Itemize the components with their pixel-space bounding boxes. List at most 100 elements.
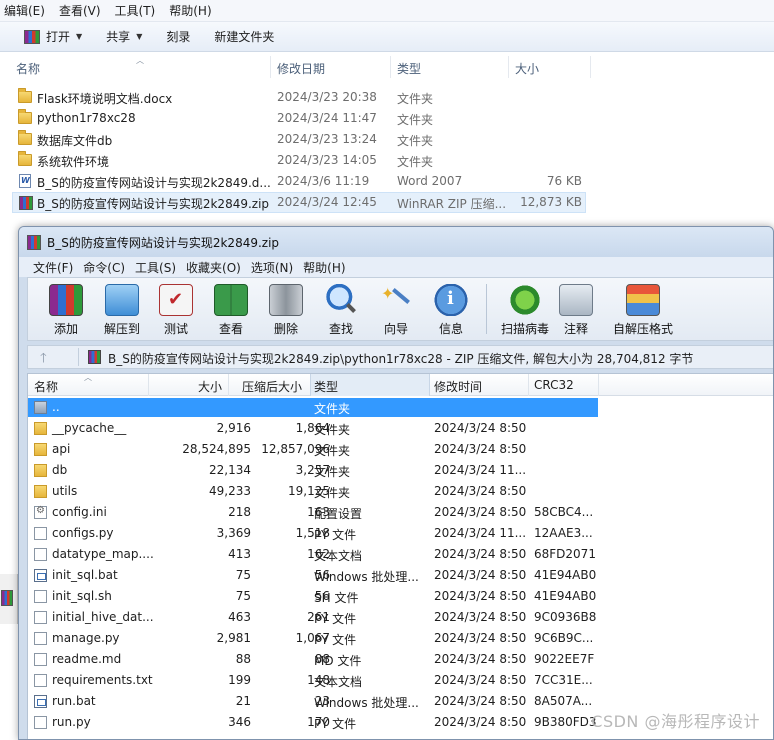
winrar-toolbar: 添加 解压到 测试 查看 删除 查找 向导 信息 [27, 277, 773, 341]
info-button[interactable]: 信息 [423, 282, 479, 338]
list-item[interactable]: readme.md 88 88 MD 文件 2024/3/24 8:50 902… [28, 649, 773, 670]
file-type: WinRAR ZIP 压缩... [397, 197, 507, 211]
list-item-parent[interactable]: .. 文件夹 [28, 397, 773, 418]
list-item[interactable]: __pycache__ 2,916 1,864 文件夹 2024/3/24 8:… [28, 418, 773, 439]
list-item[interactable]: requirements.txt 199 148 文本文档 2024/3/24 … [28, 670, 773, 691]
list-item[interactable]: init_sql.sh 75 56 SH 文件 2024/3/24 8:50 4… [28, 586, 773, 607]
folder-icon [34, 443, 47, 456]
share-button[interactable]: 共享 ▼ [106, 28, 142, 45]
menu-tools[interactable]: 工具(T) [115, 2, 156, 19]
item-type: PY 文件 [314, 528, 357, 542]
folder-icon [34, 464, 47, 477]
file-row[interactable]: python1r78xc28 2024/3/24 11:47 文件夹 [12, 108, 586, 129]
test-button[interactable]: 测试 [148, 282, 204, 338]
window-title: B_S的防疫宣传网站设计与实现2k2849.zip [47, 235, 280, 250]
view-button[interactable]: 查看 [203, 282, 259, 338]
folder-icon [34, 485, 47, 498]
column-modified[interactable]: 修改日期 [277, 60, 325, 77]
file-row-selected[interactable]: B_S的防疫宣传网站设计与实现2k2849.zip 2024/3/24 12:4… [12, 192, 586, 213]
open-label: 打开 [46, 30, 71, 44]
new-folder-button[interactable]: 新建文件夹 [214, 28, 274, 45]
burn-button[interactable]: 刻录 [166, 28, 190, 45]
column-size[interactable]: 大小 [515, 60, 539, 77]
menu-view[interactable]: 查看(V) [59, 2, 101, 19]
menu-commands[interactable]: 命令(C) [83, 259, 125, 276]
add-button[interactable]: 添加 [38, 282, 94, 338]
menu-edit[interactable]: 编辑(E) [4, 2, 45, 19]
archive-file-list: ︿ 名称 大小 压缩后大小 类型 修改时间 CRC32 .. 文件夹 __pyc… [27, 373, 773, 739]
list-item[interactable]: db 22,134 3,257 文件夹 2024/3/24 11... [28, 460, 773, 481]
list-item[interactable]: config.ini 218 163 配置设置 2024/3/24 8:50 5… [28, 502, 773, 523]
list-item[interactable]: init_sql.bat 75 56 Windows 批处理... 2024/3… [28, 565, 773, 586]
test-label: 测试 [163, 322, 188, 336]
sort-up-icon: ︿ [136, 56, 144, 65]
item-name: __pycache__ [52, 421, 127, 435]
up-arrow-icon[interactable]: 🡑 [40, 349, 47, 371]
parent-folder-icon [34, 401, 47, 414]
item-crc32: 41E94AB0 [534, 568, 597, 582]
file-modified: 2024/3/24 12:45 [277, 195, 377, 209]
item-crc32: 41E94AB0 [534, 589, 597, 603]
column-name[interactable]: 名称 [34, 378, 58, 395]
explorer-menubar: 编辑(E) 查看(V) 工具(T) 帮助(H) [0, 0, 774, 22]
explorer-column-header: ︿ 名称 修改日期 类型 大小 [0, 56, 774, 78]
file-type: Word 2007 [397, 174, 463, 188]
item-name: readme.md [52, 652, 122, 666]
winrar-icon [1, 590, 13, 606]
winrar-icon [27, 234, 41, 250]
list-item[interactable]: api 28,524,895 12,857,096 文件夹 2024/3/24 … [28, 439, 773, 460]
word-document-icon [19, 174, 31, 188]
list-item[interactable]: initial_hive_dat... 463 261 PY 文件 2024/3… [28, 607, 773, 628]
item-modified: 2024/3/24 8:50 [434, 442, 527, 456]
column-packed-size[interactable]: 压缩后大小 [242, 378, 302, 395]
column-type[interactable]: 类型 [397, 60, 421, 77]
file-type: 文件夹 [397, 134, 434, 148]
list-item[interactable]: utils 49,233 19,125 文件夹 2024/3/24 8:50 [28, 481, 773, 502]
title-bar[interactable]: B_S的防疫宣传网站设计与实现2k2849.zip [19, 227, 773, 257]
virus-scan-button[interactable]: 扫描病毒 [494, 282, 556, 338]
column-size[interactable]: 大小 [198, 378, 222, 395]
burn-label: 刻录 [166, 30, 191, 44]
list-item[interactable]: datatype_map.... 413 162 文本文档 2024/3/24 … [28, 544, 773, 565]
file-row[interactable]: B_S的防疫宣传网站设计与实现2k2849.d... 2024/3/6 11:1… [12, 171, 586, 192]
item-type: 配置设置 [314, 507, 363, 521]
file-row[interactable]: 数据库文件db 2024/3/23 13:24 文件夹 [12, 129, 586, 150]
delete-button[interactable]: 删除 [258, 282, 314, 338]
column-modified[interactable]: 修改时间 [434, 378, 482, 395]
item-name: run.py [52, 715, 91, 729]
menu-help[interactable]: 帮助(H) [303, 259, 345, 276]
comment-icon [559, 284, 593, 316]
virus-scan-label: 扫描病毒 [500, 322, 549, 336]
item-type: PY 文件 [314, 612, 357, 626]
folder-icon [18, 88, 32, 103]
open-button[interactable]: 打开 ▼ [24, 28, 82, 45]
wizard-button[interactable]: 向导 [368, 282, 424, 338]
magic-wand-icon [379, 284, 413, 316]
folder-icon [18, 151, 32, 166]
column-name[interactable]: 名称 [16, 60, 40, 77]
find-button[interactable]: 查找 [313, 282, 369, 338]
item-size: 2,916 [216, 421, 251, 435]
column-type[interactable]: 类型 [314, 378, 338, 395]
item-crc32: 8A507A... [534, 694, 593, 708]
item-modified: 2024/3/24 8:50 [434, 610, 527, 624]
column-crc32[interactable]: CRC32 [534, 378, 574, 392]
extract-to-button[interactable]: 解压到 [94, 282, 150, 338]
list-item[interactable]: manage.py 2,981 1,067 PY 文件 2024/3/24 8:… [28, 628, 773, 649]
file-row[interactable]: 系统软件环境 2024/3/23 14:05 文件夹 [12, 150, 586, 171]
item-name: run.bat [52, 694, 96, 708]
list-item[interactable]: configs.py 3,369 1,518 PY 文件 2024/3/24 1… [28, 523, 773, 544]
menu-tools[interactable]: 工具(S) [135, 259, 176, 276]
menu-help[interactable]: 帮助(H) [169, 2, 211, 19]
item-modified: 2024/3/24 11... [434, 463, 527, 477]
menu-favorites[interactable]: 收藏夹(O) [186, 259, 241, 276]
sfx-button[interactable]: 自解压格式 [608, 282, 678, 338]
menu-options[interactable]: 选项(N) [251, 259, 293, 276]
item-name: api [52, 442, 71, 456]
comment-button[interactable]: 注释 [548, 282, 604, 338]
folder-icon [18, 130, 32, 145]
menu-file[interactable]: 文件(F) [33, 259, 73, 276]
address-path[interactable]: B_S的防疫宣传网站设计与实现2k2849.zip\python1r78xc28… [108, 350, 693, 367]
item-crc32: 9B380FD3 [534, 715, 597, 729]
file-row[interactable]: Flask环境说明文档.docx 2024/3/23 20:38 文件夹 [12, 87, 586, 108]
